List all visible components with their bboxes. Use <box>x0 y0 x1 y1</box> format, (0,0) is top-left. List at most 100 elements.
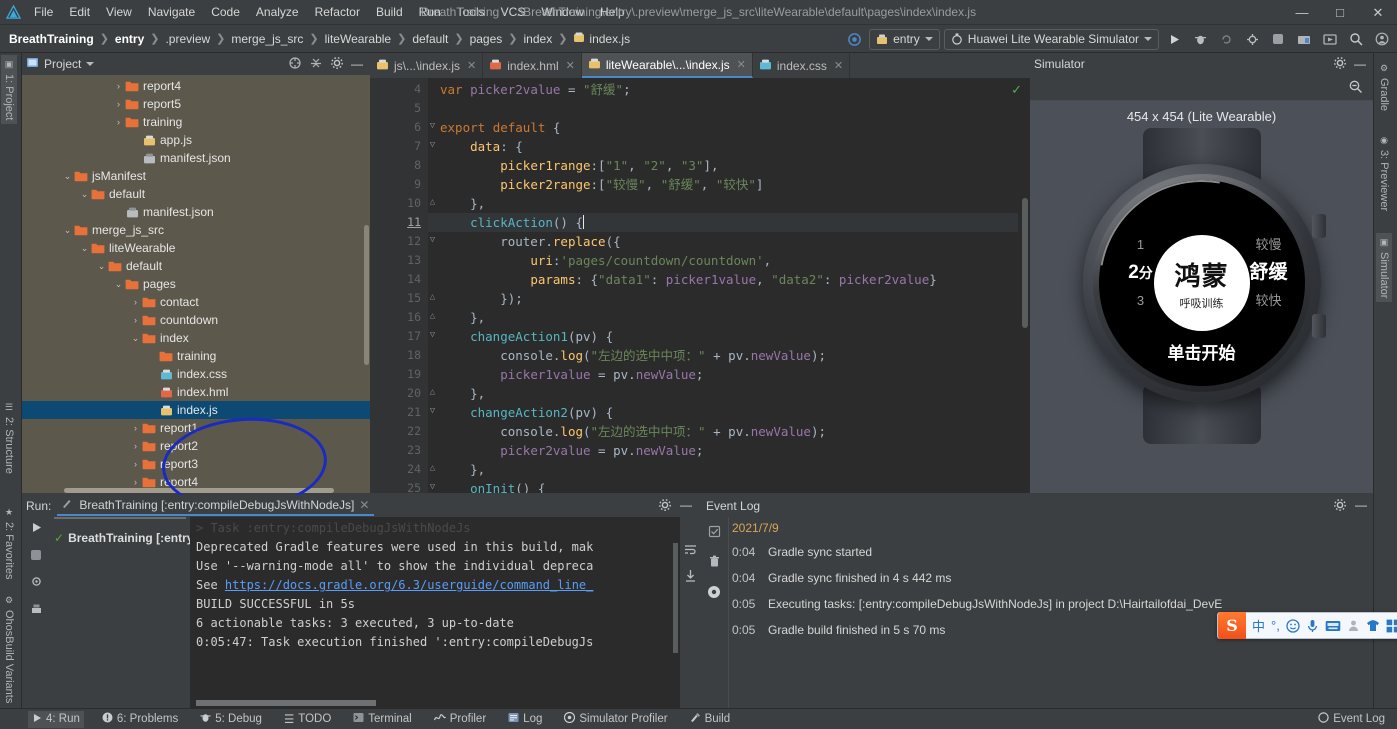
tree-item-contact[interactable]: ›contact <box>22 293 370 311</box>
gear-icon[interactable] <box>658 498 672 515</box>
tree-expand-arrow-icon[interactable]: ⌄ <box>113 279 124 290</box>
code-line[interactable] <box>428 99 1018 118</box>
line-number[interactable]: 9 <box>370 175 428 194</box>
line-number[interactable]: 11▽ <box>370 213 428 232</box>
code-line[interactable]: data: { <box>428 137 1018 156</box>
tree-item-index-css[interactable]: index.css <box>22 365 370 383</box>
maximize-button[interactable]: □ <box>1321 0 1359 25</box>
line-number[interactable]: 19 <box>370 365 428 384</box>
menu-build[interactable]: Build <box>368 2 411 22</box>
code-line[interactable]: router.replace({ <box>428 232 1018 251</box>
tree-expand-arrow-icon[interactable]: ⌄ <box>79 189 90 200</box>
breadcrumb-preview[interactable]: .preview <box>162 30 213 48</box>
line-number[interactable]: 21▽ <box>370 403 428 422</box>
watch-side-button[interactable] <box>1312 314 1326 338</box>
line-number[interactable]: 12▽ <box>370 232 428 251</box>
menu-vcs[interactable]: VCS <box>493 2 534 22</box>
tree-item-training[interactable]: training <box>22 347 370 365</box>
menu-bar[interactable]: File Edit View Navigate Code Analyze Ref… <box>26 2 633 22</box>
ime-emoji-icon[interactable] <box>1286 619 1300 633</box>
menu-help[interactable]: Help <box>592 2 633 22</box>
close-icon[interactable]: ✕ <box>467 59 476 72</box>
line-number[interactable]: 23 <box>370 441 428 460</box>
code-line[interactable]: var picker2value = "舒缓"; <box>428 80 1018 99</box>
code-line[interactable]: console.log("左边的选中中项：" + pv.newValue); <box>428 346 1018 365</box>
status-tab-profiler[interactable]: Profiler <box>430 710 490 728</box>
tree-item-manifest-json[interactable]: manifest.json <box>22 149 370 167</box>
close-icon[interactable]: ✕ <box>737 58 746 71</box>
tree-item-report3[interactable]: ›report3 <box>22 455 370 473</box>
breadcrumb-pages[interactable]: pages <box>467 30 506 48</box>
app-logo-circle[interactable]: 鸿蒙 呼吸训练 <box>1154 235 1250 331</box>
tree-expand-arrow-icon[interactable]: ⌄ <box>96 261 107 272</box>
tree-item-training[interactable]: ›training <box>22 113 370 131</box>
menu-edit[interactable]: Edit <box>61 2 98 22</box>
console-vertical-scrollbar[interactable] <box>673 543 678 653</box>
line-number[interactable]: 18 <box>370 346 428 365</box>
code-line[interactable]: export default { <box>428 118 1018 137</box>
profile-icon[interactable] <box>1241 28 1263 50</box>
collapse-all-icon[interactable] <box>288 56 302 73</box>
sidebar-item-project[interactable]: ▣ 1: Project <box>1 55 17 124</box>
breadcrumb-entry[interactable]: entry <box>112 30 147 48</box>
ime-skin-icon[interactable] <box>1366 619 1380 632</box>
line-number[interactable]: 10△ <box>370 194 428 213</box>
sdk-manager-icon[interactable] <box>1293 28 1315 50</box>
breadcrumb-litewearable[interactable]: liteWearable <box>322 30 394 48</box>
line-number[interactable]: 14 <box>370 270 428 289</box>
gear-icon[interactable] <box>1333 498 1347 515</box>
settings-icon[interactable] <box>707 585 721 602</box>
project-panel-title-group[interactable]: Project <box>26 56 94 72</box>
sidebar-item-structure[interactable]: ☰ 2: Structure <box>1 398 17 478</box>
ime-apps-icon[interactable] <box>1386 619 1397 633</box>
breadcrumb-default[interactable]: default <box>409 30 451 48</box>
hide-icon[interactable]: — <box>680 498 692 515</box>
chevron-down-icon[interactable] <box>86 62 94 66</box>
menu-run[interactable]: Run <box>411 2 449 22</box>
console-horizontal-scrollbar[interactable] <box>196 700 376 706</box>
tree-expand-arrow-icon[interactable]: ⌄ <box>62 171 73 182</box>
line-number[interactable]: 25▽ <box>370 479 428 493</box>
editor-code-area[interactable]: 456▽7▽8910△11▽12▽131415△16△17▽181920△21▽… <box>370 78 1030 493</box>
menu-view[interactable]: View <box>98 2 140 22</box>
device-manager-icon[interactable] <box>1319 28 1341 50</box>
tree-item-index-js[interactable]: index.js <box>22 401 370 419</box>
project-tree-horizontal-scrollbar[interactable] <box>64 488 334 493</box>
sidebar-item-previewer[interactable]: ◉ 3: Previewer <box>1376 131 1392 215</box>
hide-icon[interactable]: — <box>1354 57 1366 71</box>
minutes-option-1[interactable]: 1 <box>1113 232 1169 258</box>
pace-option-slow[interactable]: 较慢 <box>1239 232 1299 258</box>
status-tab-build[interactable]: Build <box>686 710 735 728</box>
tree-expand-arrow-icon[interactable]: › <box>130 423 141 433</box>
line-number[interactable]: 22 <box>370 422 428 441</box>
gear-icon[interactable] <box>1333 56 1347 73</box>
ime-punctuation-toggle[interactable]: °, <box>1271 618 1280 633</box>
code-line[interactable]: }, <box>428 384 1018 403</box>
menu-window[interactable]: Window <box>533 2 592 22</box>
code-line[interactable]: picker2range:["较慢", "舒缓", "较快"] <box>428 175 1018 194</box>
tree-item-index-hml[interactable]: index.hml <box>22 383 370 401</box>
tree-item-countdown[interactable]: ›countdown <box>22 311 370 329</box>
tree-expand-arrow-icon[interactable]: › <box>130 477 141 487</box>
run-icon[interactable] <box>1163 28 1185 50</box>
tree-expand-arrow-icon[interactable]: › <box>130 297 141 307</box>
breadcrumb-index[interactable]: index <box>521 30 556 48</box>
breadcrumb[interactable]: BreathTraining ❯ entry ❯ .preview ❯ merg… <box>6 29 633 48</box>
tree-item-merge-js-src[interactable]: ⌄merge_js_src <box>22 221 370 239</box>
tree-item-app-js[interactable]: app.js <box>22 131 370 149</box>
tree-expand-arrow-icon[interactable]: › <box>130 315 141 325</box>
close-icon[interactable]: ✕ <box>834 59 843 72</box>
tree-item-report5[interactable]: ›report5 <box>22 95 370 113</box>
line-number[interactable]: 7▽ <box>370 137 428 156</box>
run-console[interactable]: > Task :entry:compileDebugJsWithNodeJs D… <box>190 517 680 708</box>
code-line[interactable]: }); <box>428 289 1018 308</box>
sogou-logo-icon[interactable]: S <box>1218 612 1246 639</box>
status-tab-debug[interactable]: 5: Debug <box>196 710 266 728</box>
ime-keyboard-icon[interactable] <box>1325 620 1341 632</box>
tree-item-report4[interactable]: ›report4 <box>22 77 370 95</box>
search-icon[interactable] <box>1345 28 1367 50</box>
code-line[interactable]: }, <box>428 460 1018 479</box>
breadcrumb-merge-js-src[interactable]: merge_js_src <box>228 30 306 48</box>
trash-icon[interactable] <box>708 555 721 571</box>
code-line[interactable]: uri:'pages/countdown/countdown', <box>428 251 1018 270</box>
